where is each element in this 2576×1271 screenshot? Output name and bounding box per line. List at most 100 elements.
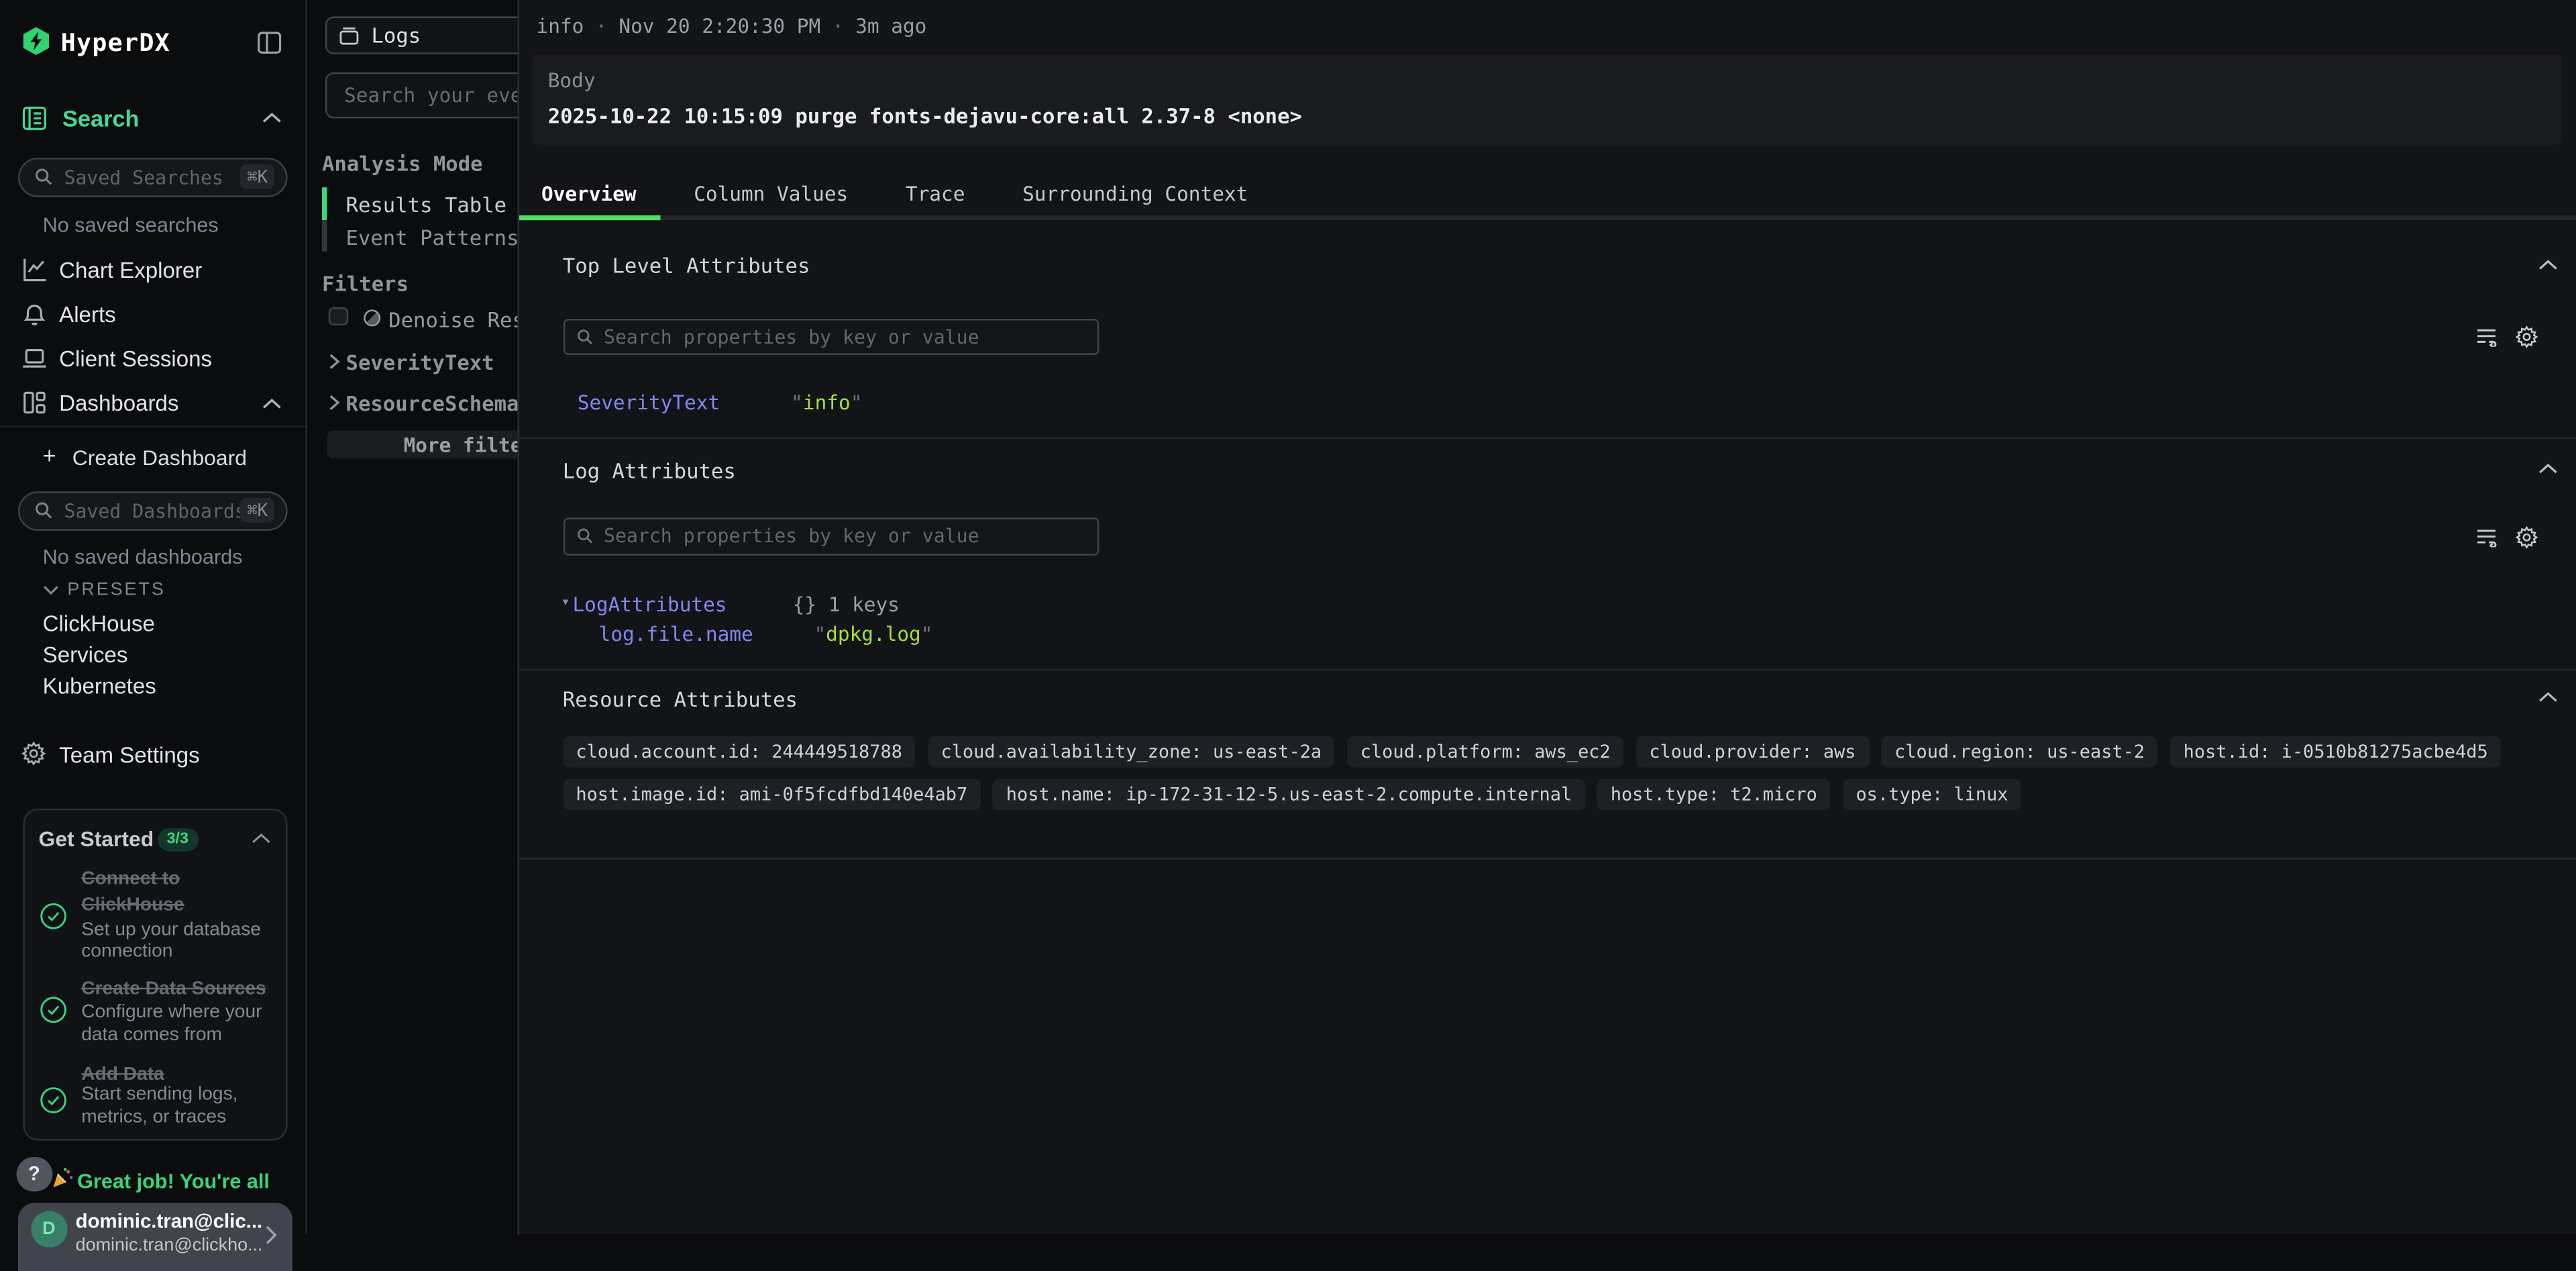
severity-level: info (537, 14, 584, 37)
attribute-chip[interactable]: cloud.account.id: 244449518788 (563, 735, 916, 768)
denoise-checkbox[interactable] (329, 307, 347, 325)
body-label: Body (548, 69, 596, 92)
chevron-down-icon[interactable] (43, 585, 59, 595)
dashboards-layout-icon (21, 389, 48, 415)
attribute-chip[interactable]: cloud.platform: aws_ec2 (1347, 735, 1623, 768)
chevron-up-icon[interactable] (261, 397, 282, 410)
property-value[interactable]: info (791, 391, 862, 414)
check-circle-icon (39, 901, 67, 929)
property-key[interactable]: log.file.name (599, 622, 753, 645)
property-key[interactable]: LogAttributes (572, 593, 727, 615)
sidebar-item-team-settings[interactable]: Team Settings (59, 743, 200, 768)
no-saved-dashboards-text: No saved dashboards (43, 546, 243, 568)
tab-surrounding-context[interactable]: Surrounding Context (1000, 172, 1271, 213)
great-job-message: Great job! You're all (77, 1170, 270, 1193)
detail-tabs: Overview Column Values Trace Surrounding… (519, 172, 1271, 213)
preset-item-services[interactable]: Services (43, 643, 128, 668)
client-sessions-laptop-icon (21, 345, 48, 371)
gear-icon[interactable] (2514, 525, 2537, 548)
user-email: dominic.tran@clickho... (76, 1236, 263, 1256)
sidebar-item-dashboards[interactable]: Dashboards (59, 391, 178, 416)
chevron-up-icon[interactable] (261, 112, 282, 125)
get-started-title: Get Started (39, 827, 154, 852)
shortcut-badge: ⌘K (240, 165, 274, 190)
gear-icon[interactable] (2514, 325, 2537, 348)
data-source-button[interactable]: Logs (325, 15, 517, 54)
attribute-chip[interactable]: cloud.provider: aws (1636, 735, 1869, 768)
attribute-chip[interactable]: host.image.id: ami-0f5fcdfbd140e4ab7 (563, 778, 981, 811)
collapse-section-icon[interactable] (2537, 259, 2557, 270)
log-attributes-search-input[interactable] (592, 525, 1097, 548)
attribute-chip[interactable]: os.type: linux (1843, 778, 2021, 811)
help-button[interactable]: ? (16, 1156, 52, 1192)
wrap-lines-icon[interactable] (2475, 327, 2496, 346)
user-name: dominic.tran@clic... (76, 1209, 263, 1232)
step-connect-clickhouse[interactable]: Connect to ClickHouse (81, 868, 184, 919)
event-search-box[interactable] (325, 72, 517, 118)
top-level-search-input[interactable] (592, 325, 1097, 348)
step-create-desc: Configure where your data comes from (81, 1003, 262, 1048)
active-tab-underline (519, 215, 660, 221)
collapse-section-icon[interactable] (2537, 692, 2557, 703)
keys-count-meta: {} 1 keys (793, 593, 900, 615)
event-detail-panel: infoNov 20 2:20:30 PM3m ago Body 2025-10… (517, 0, 2576, 1234)
log-attributes-search-box[interactable] (563, 517, 1098, 554)
create-dashboard-button[interactable]: Create Dashboard (72, 444, 247, 469)
saved-dashboards-input[interactable]: ⌘K (18, 491, 288, 530)
saved-dashboards-field[interactable] (52, 499, 240, 522)
tab-trace[interactable]: Trace (883, 172, 988, 213)
attribute-chip[interactable]: cloud.availability_zone: us-east-2a (928, 735, 1335, 768)
filter-group-severitytext[interactable]: SeverityText (346, 349, 494, 374)
denoise-results-label[interactable]: Denoise Results (388, 307, 517, 332)
chevron-up-icon[interactable] (250, 833, 270, 845)
property-value[interactable]: dpkg.log (814, 622, 932, 645)
body-value[interactable]: 2025-10-22 10:15:09 purge fonts-dejavu-c… (548, 103, 1302, 128)
log-attributes-title: Log Attributes (563, 458, 736, 482)
logs-source-icon (338, 24, 360, 46)
attribute-chip[interactable]: cloud.region: us-east-2 (1881, 735, 2157, 768)
step-create-data-sources[interactable]: Create Data Sources (81, 978, 266, 1003)
sidebar-item-chart-explorer[interactable]: Chart Explorer (59, 258, 202, 283)
body-card: Body 2025-10-22 10:15:09 purge fonts-dej… (531, 54, 2560, 145)
wrap-lines-icon[interactable] (2475, 527, 2496, 546)
check-circle-icon (39, 996, 67, 1024)
mode-results-table[interactable]: Results Table (346, 193, 507, 217)
mode-event-patterns[interactable]: Event Patterns (346, 225, 517, 250)
chevron-right-icon[interactable] (329, 395, 340, 411)
sidebar-item-search[interactable]: Search (62, 105, 139, 132)
tab-overview[interactable]: Overview (519, 172, 659, 213)
search-filter-panel: Logs Analysis Mode Results Table Event P… (306, 0, 517, 1234)
plus-icon: + (43, 442, 56, 468)
expander-triangle-icon[interactable]: ▾ (561, 595, 570, 611)
attribute-chip[interactable]: host.id: i-0510b81275acbe4d5 (2170, 735, 2501, 768)
tab-column-values[interactable]: Column Values (671, 172, 871, 213)
preset-item-clickhouse[interactable]: ClickHouse (43, 611, 155, 636)
chevron-right-icon[interactable] (329, 352, 340, 368)
gear-icon (21, 741, 46, 766)
more-filters-button[interactable]: More filters (327, 431, 517, 459)
attribute-chip[interactable]: host.type: t2.micro (1597, 778, 1830, 811)
avatar: D (32, 1211, 67, 1247)
user-account-card[interactable]: D dominic.tran@clic... dominic.tran@clic… (18, 1202, 292, 1271)
step-add-desc: Start sending logs, metrics, or traces (81, 1084, 237, 1130)
resource-attribute-chips: cloud.account.id: 244449518788 cloud.ava… (563, 735, 2561, 810)
hyperdx-logo-icon[interactable] (21, 26, 51, 56)
attribute-chip[interactable]: host.name: ip-172-31-12-5.us-east-2.comp… (993, 778, 1585, 811)
saved-searches-field[interactable] (52, 166, 240, 189)
filters-label: Filters (322, 271, 409, 296)
section-divider (519, 669, 2576, 670)
event-header: infoNov 20 2:20:30 PM3m ago (537, 14, 927, 37)
preset-item-kubernetes[interactable]: Kubernetes (43, 674, 156, 699)
saved-searches-input[interactable]: ⌘K (18, 158, 288, 197)
search-icon (576, 528, 592, 544)
property-key[interactable]: SeverityText (578, 391, 720, 414)
event-search-input[interactable] (326, 83, 517, 106)
collapse-section-icon[interactable] (2537, 462, 2557, 474)
sidebar: HyperDX Search ⌘K No saved searches Char… (0, 0, 307, 1234)
filter-group-resourceschemaurl[interactable]: ResourceSchemaUrl (346, 391, 517, 416)
presets-section-label[interactable]: PRESETS (67, 580, 165, 599)
sidebar-item-client-sessions[interactable]: Client Sessions (59, 347, 212, 372)
collapse-sidebar-icon[interactable] (256, 29, 282, 55)
sidebar-item-alerts[interactable]: Alerts (59, 303, 116, 327)
top-level-search-box[interactable] (563, 318, 1098, 355)
